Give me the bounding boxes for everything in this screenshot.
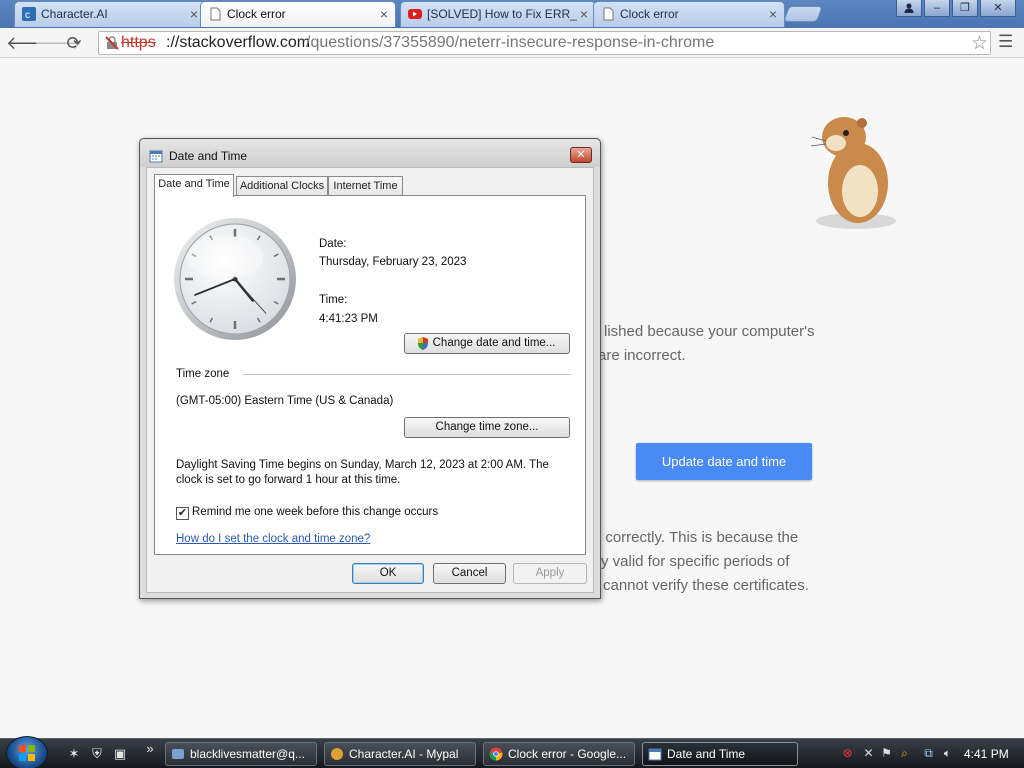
time-value: 4:41:23 PM	[319, 313, 378, 325]
back-arrow-icon[interactable]: 🡐	[6, 32, 54, 54]
tab-label: Clock error	[620, 7, 679, 21]
windows-taskbar: ✶ ⛨ ▣ » blacklivesmatter@q... Character.…	[0, 736, 1024, 768]
hamster-image	[810, 117, 896, 229]
close-icon[interactable]: ×	[190, 2, 198, 26]
dialog-title: Date and Time	[169, 149, 248, 163]
volume-icon[interactable]: 🔈︎	[940, 746, 955, 761]
tray-app-icon[interactable]: ⚑	[879, 746, 894, 761]
time-label: Time:	[319, 294, 348, 306]
detail-text-line-1: t correctly. This is because the	[597, 529, 799, 546]
character-ai-icon: c	[22, 7, 36, 21]
tab-clock-error[interactable]: Clock error ×	[593, 1, 785, 27]
reload-icon[interactable]: ⟳	[63, 32, 85, 54]
mypal-icon	[331, 748, 343, 760]
svg-text:c: c	[25, 10, 30, 21]
address-bar[interactable]: https ://stackoverflow.com /questions/37…	[98, 31, 991, 55]
taskbar-item-messenger[interactable]: blacklivesmatter@q...	[165, 742, 317, 766]
minimize-button[interactable]: –	[924, 0, 950, 17]
taskbar-item-character-ai[interactable]: Character.AI - Mypal	[324, 742, 476, 766]
dialog-title-bar[interactable]: Date and Time ✕	[140, 139, 600, 167]
help-link[interactable]: How do I set the clock and time zone?	[176, 533, 370, 545]
date-time-icon	[149, 150, 163, 163]
tab-label: Clock error	[227, 7, 286, 21]
change-time-zone-button[interactable]: Change time zone...	[404, 417, 570, 438]
window-close-button[interactable]: ✕	[980, 0, 1016, 17]
date-and-time-dialog: Date and Time ✕ Date and Time Additional…	[139, 138, 601, 599]
url-scheme: https	[121, 34, 156, 51]
show-desktop-icon[interactable]: ▣	[112, 746, 128, 762]
update-date-and-time-button[interactable]: Update date and time	[636, 443, 812, 480]
taskbar-item-label: Clock error - Google...	[508, 747, 627, 761]
user-icon[interactable]	[896, 0, 922, 17]
dst-notice-line-1: Daylight Saving Time begins on Sunday, M…	[176, 459, 549, 471]
quicklaunch-more-chevron[interactable]: »	[142, 741, 158, 757]
analog-clock	[174, 218, 296, 340]
new-tab-button[interactable]	[783, 6, 823, 22]
time-zone-divider	[243, 374, 571, 375]
dialog-close-button[interactable]: ✕	[570, 147, 592, 163]
chrome-icon	[489, 747, 503, 761]
bookmark-star-icon[interactable]: ☆	[971, 32, 988, 55]
restore-button[interactable]: ❐	[952, 0, 978, 17]
taskbar-item-label: blacklivesmatter@q...	[190, 747, 305, 761]
change-date-and-time-label: Change date and time...	[432, 337, 556, 349]
taskbar-item-date-and-time[interactable]: Date and Time	[642, 742, 798, 766]
detail-text-line-3: cannot verify these certificates.	[603, 577, 809, 594]
remind-me-label: Remind me one week before this change oc…	[192, 506, 439, 518]
change-date-and-time-button[interactable]: Change date and time...	[404, 333, 570, 354]
uac-shield-icon	[418, 337, 428, 350]
messenger-icon	[172, 749, 184, 759]
taskbar-item-chrome[interactable]: Clock error - Google...	[483, 742, 635, 766]
tab-date-and-time[interactable]: Date and Time	[154, 174, 234, 197]
error-text-line-2: are incorrect.	[598, 347, 686, 364]
quicklaunch-shield-icon[interactable]: ⛨	[89, 746, 105, 762]
dst-notice-line-2: clock is set to go forward 1 hour at thi…	[176, 474, 401, 486]
windows-logo-icon	[19, 745, 35, 761]
error-text-line-1: lished because your computer's	[604, 323, 815, 340]
close-icon[interactable]: ×	[580, 2, 588, 26]
browser-tab-strip: c Character.AI × Clock error × [SOLVED] …	[0, 0, 1024, 28]
youtube-icon	[408, 9, 422, 19]
page-icon	[603, 7, 614, 21]
tab-character-ai[interactable]: c Character.AI ×	[14, 1, 206, 27]
taskbar-item-label: Date and Time	[667, 747, 746, 761]
ok-button[interactable]: OK	[352, 563, 424, 584]
tab-solved-video[interactable]: [SOLVED] How to Fix ERR_ ×	[400, 1, 596, 27]
tray-search-icon[interactable]: ⌕	[897, 746, 912, 761]
date-time-icon	[648, 748, 662, 761]
date-and-time-panel: Date: Thursday, February 23, 2023 Time: …	[154, 195, 586, 555]
network-icon[interactable]: ⧉	[921, 746, 936, 761]
time-zone-value: (GMT-05:00) Eastern Time (US & Canada)	[176, 395, 394, 407]
clock-glare	[187, 235, 263, 279]
remind-me-checkbox[interactable]: ✔	[176, 507, 189, 520]
url-path: /questions/37355890/neterr-insecure-resp…	[306, 34, 715, 51]
insecure-lock-icon	[105, 36, 119, 50]
cancel-button[interactable]: Cancel	[433, 563, 506, 584]
date-label: Date:	[319, 238, 347, 250]
tab-label: Character.AI	[41, 7, 108, 21]
tray-error-icon[interactable]: ⊗	[840, 746, 855, 761]
page-icon	[210, 7, 221, 21]
start-button[interactable]	[6, 736, 48, 768]
forward-arrow-icon[interactable]: 🡒	[34, 32, 82, 54]
close-icon[interactable]: ×	[380, 2, 388, 26]
tab-internet-time[interactable]: Internet Time	[328, 176, 403, 196]
browser-toolbar: 🡐 🡒 ⟳ https ://stackoverflow.com /questi…	[0, 28, 1024, 58]
apply-button[interactable]: Apply	[513, 563, 587, 584]
url-host: ://stackoverflow.com	[166, 34, 311, 51]
menu-icon[interactable]: ☰	[998, 32, 1013, 52]
tab-label: [SOLVED] How to Fix ERR_	[427, 7, 577, 21]
taskbar-clock[interactable]: 4:41 PM	[964, 747, 1009, 761]
time-zone-heading: Time zone	[176, 368, 230, 380]
dialog-body: Date and Time Additional Clocks Internet…	[146, 167, 594, 593]
detail-text-line-2: y valid for specific periods of	[601, 553, 790, 570]
tab-clock-error-active[interactable]: Clock error ×	[200, 1, 396, 27]
close-icon[interactable]: ×	[769, 2, 777, 26]
date-value: Thursday, February 23, 2023	[319, 256, 467, 268]
tray-tool-icon[interactable]: ✕	[861, 746, 876, 761]
tab-additional-clocks[interactable]: Additional Clocks	[236, 176, 328, 196]
quicklaunch-app-icon[interactable]: ✶	[66, 746, 82, 762]
taskbar-item-label: Character.AI - Mypal	[349, 747, 459, 761]
